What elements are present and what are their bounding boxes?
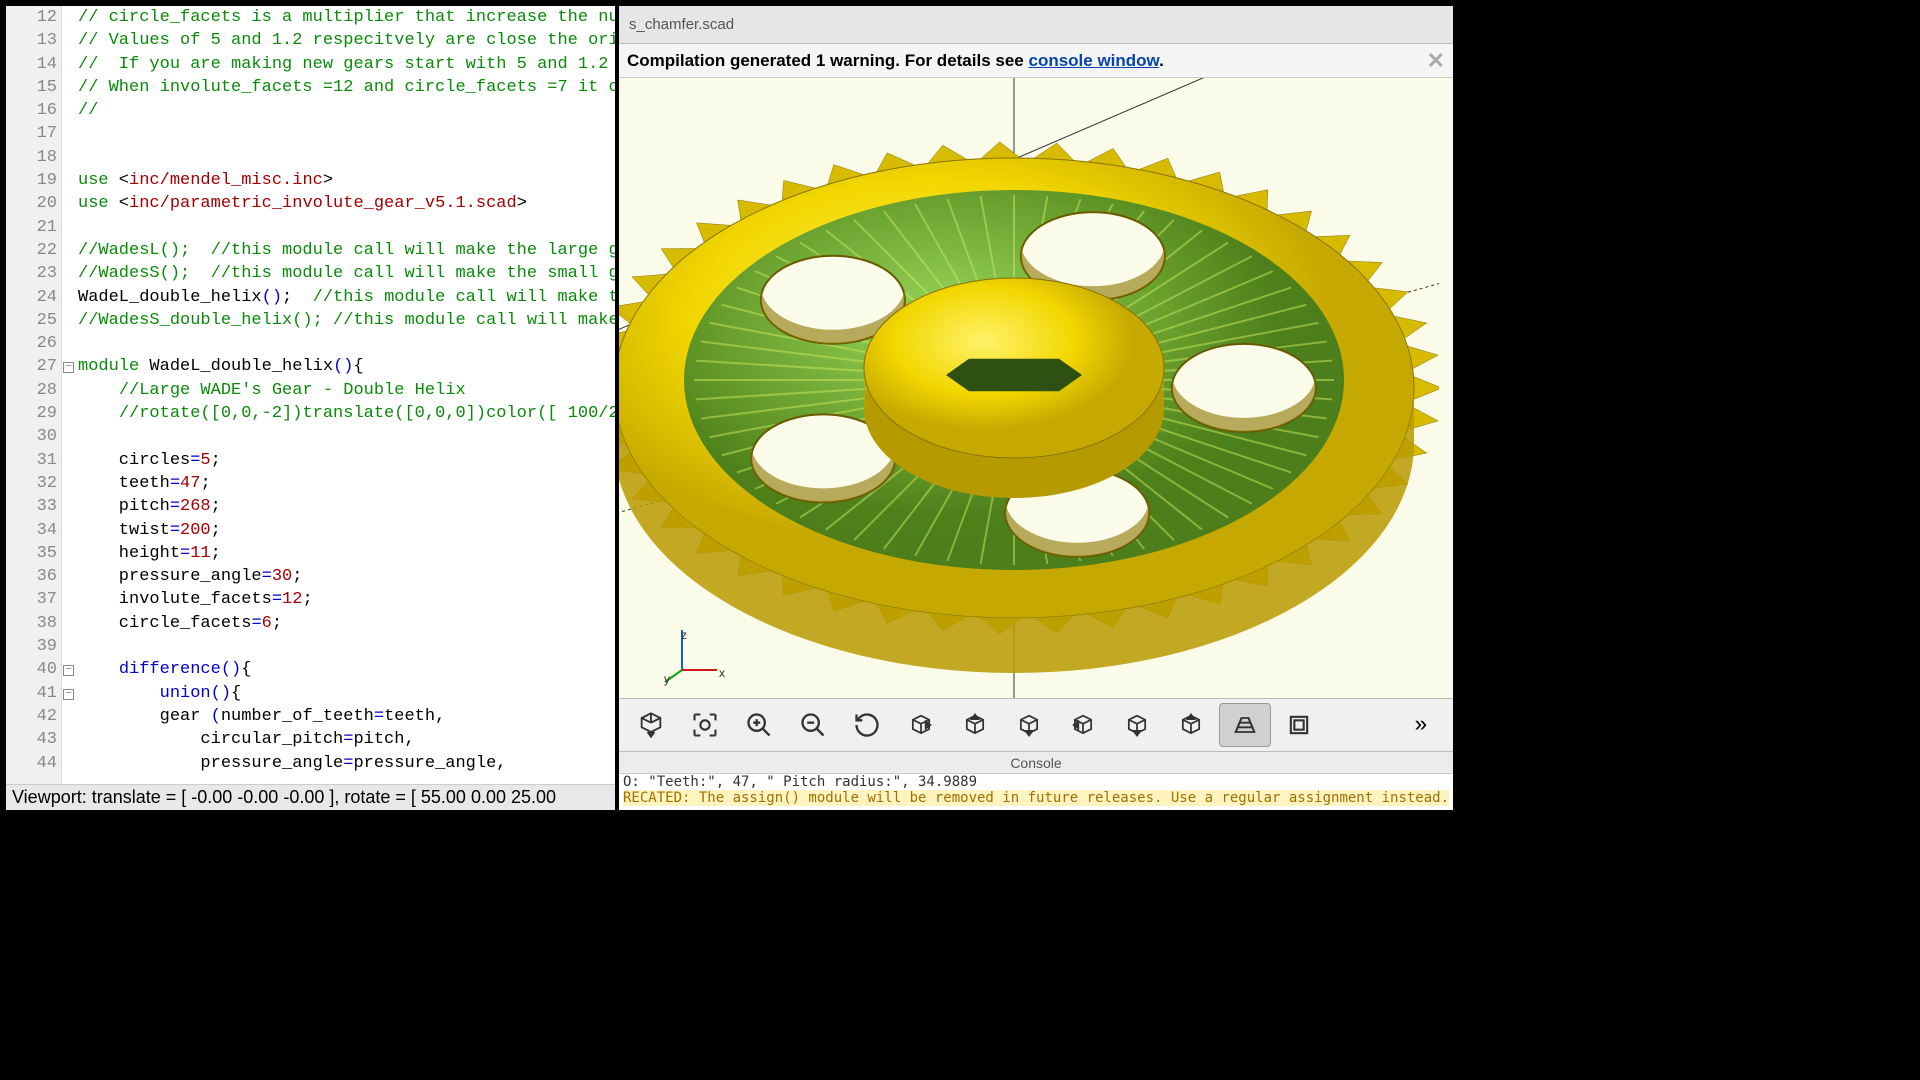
warning-suffix: . [1159, 51, 1164, 70]
axis-x-label: x [719, 666, 725, 680]
view-bottom-icon[interactable] [1003, 703, 1055, 747]
file-tab-label: s_chamfer.scad [629, 16, 734, 33]
fold-toggle-icon[interactable]: − [63, 362, 74, 373]
axis-z-label: z [681, 628, 687, 642]
console-output[interactable]: O: "Teeth:", 47, " Pitch radius:", 34.98… [619, 774, 1453, 810]
preview-icon[interactable] [625, 703, 677, 747]
toolbar-overflow-icon[interactable]: » [1395, 703, 1447, 747]
axis-y-label: y [664, 672, 670, 686]
code-editor-pane: 1213141516171819202122232425262728293031… [6, 6, 615, 810]
reset-view-icon[interactable] [841, 703, 893, 747]
close-warning-icon[interactable]: ✕ [1427, 48, 1445, 74]
code-text-area[interactable]: // circle_facets is a multiplier that in… [76, 6, 615, 784]
compile-warning-bar: Compilation generated 1 warning. For det… [619, 44, 1453, 78]
preview-pane: s_chamfer.scad Compilation generated 1 w… [615, 6, 1453, 810]
view-toolbar: » [619, 698, 1453, 752]
view-top-icon[interactable] [949, 703, 1001, 747]
viewport-status-bar: Viewport: translate = [ -0.00 -0.00 -0.0… [6, 784, 615, 810]
console-window-link[interactable]: console window [1028, 51, 1159, 70]
view-back-icon[interactable] [1165, 703, 1217, 747]
fold-column: − − − [62, 6, 76, 784]
orthogonal-icon[interactable] [1273, 703, 1325, 747]
console-header[interactable]: Console [619, 752, 1453, 774]
perspective-icon[interactable] [1219, 703, 1271, 747]
fold-toggle-icon[interactable]: − [63, 689, 74, 700]
view-right-icon[interactable] [895, 703, 947, 747]
warning-text: Compilation generated 1 warning. For det… [627, 51, 1028, 70]
view-left-icon[interactable] [1057, 703, 1109, 747]
view-front-icon[interactable] [1111, 703, 1163, 747]
zoom-fit-icon[interactable] [679, 703, 731, 747]
3d-viewport[interactable]: z y x [619, 78, 1453, 698]
fold-toggle-icon[interactable]: − [63, 665, 74, 676]
file-tab-bar[interactable]: s_chamfer.scad [619, 6, 1453, 44]
line-number-gutter: 1213141516171819202122232425262728293031… [6, 6, 62, 784]
zoom-in-icon[interactable] [733, 703, 785, 747]
zoom-out-icon[interactable] [787, 703, 839, 747]
